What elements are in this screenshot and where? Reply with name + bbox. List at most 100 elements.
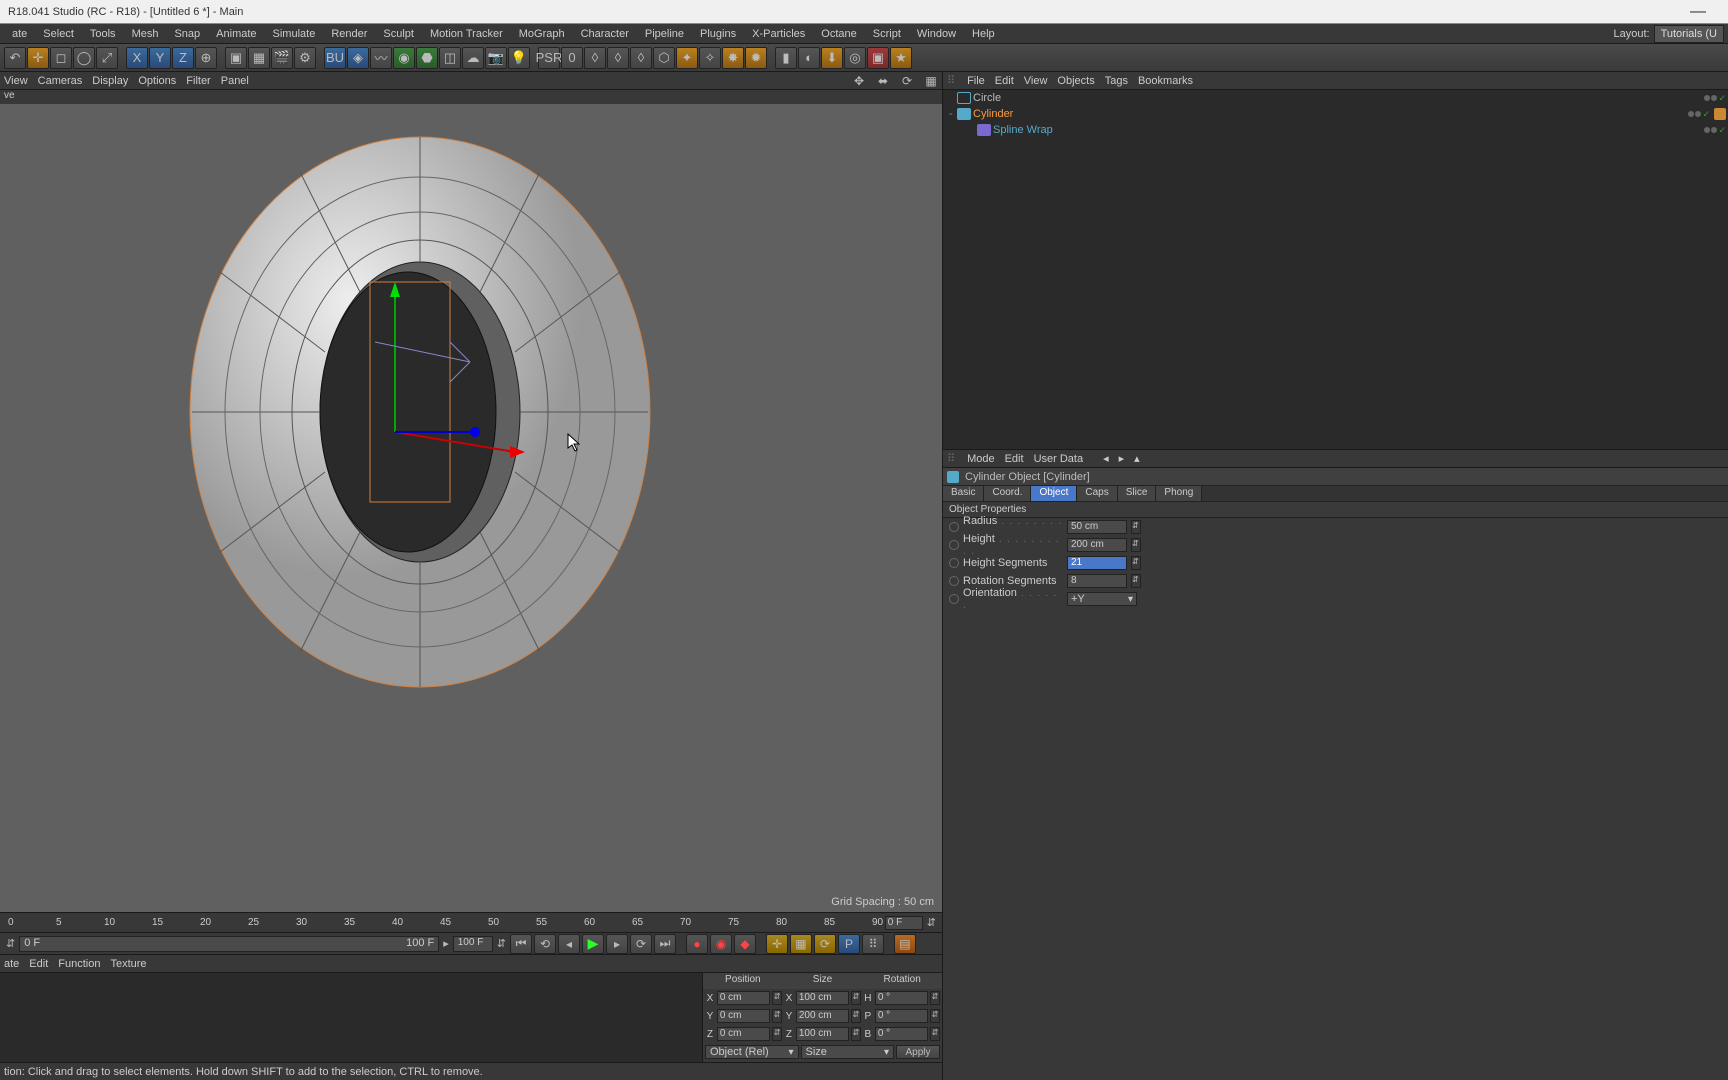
menu-script[interactable]: Script: [865, 28, 909, 40]
om-menu-objects[interactable]: Objects: [1057, 75, 1094, 87]
spinner-icon[interactable]: ⇵: [930, 1009, 940, 1023]
tree-row-cylinder[interactable]: - Cylinder ✓: [943, 106, 1728, 122]
size-mode-dropdown[interactable]: Size▾: [801, 1045, 895, 1059]
timeline-start-field[interactable]: 0 F100 F: [19, 936, 439, 952]
vp-menu-cameras[interactable]: Cameras: [38, 75, 83, 87]
menu-sculpt[interactable]: Sculpt: [375, 28, 422, 40]
add-cube-button[interactable]: ◈: [347, 47, 369, 69]
menu-mograph[interactable]: MoGraph: [511, 28, 573, 40]
timeline-ruler[interactable]: 0 5 10 15 20 25 30 35 40 45 50 55 60 65 …: [0, 912, 942, 932]
tab-phong[interactable]: Phong: [1156, 486, 1202, 501]
object-tree[interactable]: Circle ✓ - Cylinder ✓ Spline Wrap ✓: [943, 90, 1728, 450]
grip-icon[interactable]: ⠿: [947, 452, 955, 465]
tool-d-button[interactable]: ⬡: [653, 47, 675, 69]
key-param-button[interactable]: P: [838, 934, 860, 954]
render-pv-button[interactable]: 🎬: [271, 47, 293, 69]
scale-tool-button[interactable]: ⤢: [96, 47, 118, 69]
tool-g-button[interactable]: ✸: [722, 47, 744, 69]
move-tool-button[interactable]: ◻: [50, 47, 72, 69]
key-pla-button[interactable]: ⠿: [862, 934, 884, 954]
vp-orbit-icon[interactable]: ⟳: [900, 74, 914, 88]
tool-l-button[interactable]: ◎: [844, 47, 866, 69]
axis-x-button[interactable]: X: [126, 47, 148, 69]
menu-create[interactable]: ate: [4, 28, 35, 40]
key-rot-button[interactable]: ⟳: [814, 934, 836, 954]
spinner-icon[interactable]: ⇵: [930, 1027, 940, 1041]
vp-menu-panel[interactable]: Panel: [221, 75, 249, 87]
tab-slice[interactable]: Slice: [1118, 486, 1157, 501]
vp-menu-view[interactable]: View: [4, 75, 28, 87]
pos-y-field[interactable]: 0 cm: [717, 1009, 770, 1023]
spinner-icon[interactable]: ⇵: [930, 991, 940, 1005]
grip-icon[interactable]: ⠿: [947, 74, 955, 87]
spinner-icon[interactable]: ⇵: [772, 991, 782, 1005]
anim-dot-icon[interactable]: [949, 522, 959, 532]
spinner-icon[interactable]: ⇵: [1131, 574, 1141, 588]
rot-p-field[interactable]: 0 °: [875, 1009, 928, 1023]
rotation-segments-field[interactable]: 8: [1067, 574, 1127, 588]
add-environment-button[interactable]: ☁: [462, 47, 484, 69]
tree-item-label[interactable]: Cylinder: [973, 108, 1013, 120]
spinner-icon[interactable]: ⇵: [851, 991, 861, 1005]
nav-up-icon[interactable]: ▴: [1134, 452, 1140, 465]
axis-z-button[interactable]: Z: [172, 47, 194, 69]
tool-i-button[interactable]: ▮: [775, 47, 797, 69]
tool-b-button[interactable]: ◊: [607, 47, 629, 69]
record-button[interactable]: ●: [686, 934, 708, 954]
spinner-icon[interactable]: ⇵: [851, 1027, 861, 1041]
anim-dot-icon[interactable]: [949, 540, 959, 550]
size-y-field[interactable]: 200 cm: [796, 1009, 849, 1023]
om-menu-view[interactable]: View: [1024, 75, 1048, 87]
tool-a-button[interactable]: ◊: [584, 47, 606, 69]
timeline-end-field2[interactable]: 100 F: [453, 936, 493, 952]
play-button[interactable]: ▶: [582, 934, 604, 954]
spinner-icon[interactable]: ▸: [441, 935, 451, 953]
add-camera-button[interactable]: 📷: [485, 47, 507, 69]
vp-pan-icon[interactable]: ✥: [852, 74, 866, 88]
om-menu-tags[interactable]: Tags: [1105, 75, 1128, 87]
tool-f-button[interactable]: ✧: [699, 47, 721, 69]
timeline-end-field[interactable]: 0 F: [885, 916, 923, 930]
vp-menu-options[interactable]: Options: [138, 75, 176, 87]
timeline-window-button[interactable]: ▤: [894, 934, 916, 954]
nav-fwd-icon[interactable]: ▸: [1119, 452, 1125, 465]
height-segments-field[interactable]: 21: [1067, 556, 1127, 570]
menu-character[interactable]: Character: [573, 28, 637, 40]
spinner-icon[interactable]: ⇵: [4, 935, 17, 953]
menu-animate[interactable]: Animate: [208, 28, 264, 40]
tree-row-circle[interactable]: Circle ✓: [943, 90, 1728, 106]
add-null-button[interactable]: BU: [324, 47, 346, 69]
pos-z-field[interactable]: 0 cm: [717, 1027, 770, 1041]
menu-render[interactable]: Render: [323, 28, 375, 40]
add-generator-button[interactable]: ⬣: [416, 47, 438, 69]
undo-button[interactable]: ↶: [4, 47, 26, 69]
tool-k-button[interactable]: ⬇: [821, 47, 843, 69]
coord-mode-dropdown[interactable]: Object (Rel)▾: [705, 1045, 799, 1059]
mat-menu-edit[interactable]: Edit: [29, 958, 48, 970]
menu-plugins[interactable]: Plugins: [692, 28, 744, 40]
rot-h-field[interactable]: 0 °: [875, 991, 928, 1005]
menu-tools[interactable]: Tools: [82, 28, 124, 40]
tab-coord[interactable]: Coord.: [984, 486, 1031, 501]
size-x-field[interactable]: 100 cm: [796, 991, 849, 1005]
goto-end-button[interactable]: ⏭: [654, 934, 676, 954]
add-deformer-button[interactable]: ◫: [439, 47, 461, 69]
visibility-toggle[interactable]: ✓: [1704, 125, 1726, 136]
mat-menu-texture[interactable]: Texture: [110, 958, 146, 970]
phong-tag-icon[interactable]: [1714, 108, 1726, 120]
anim-dot-icon[interactable]: [949, 594, 959, 604]
am-menu-mode[interactable]: Mode: [967, 453, 995, 465]
mat-menu-create[interactable]: ate: [4, 958, 19, 970]
menu-window[interactable]: Window: [909, 28, 964, 40]
autokey-button[interactable]: ◉: [710, 934, 732, 954]
om-menu-file[interactable]: File: [967, 75, 985, 87]
vp-menu-filter[interactable]: Filter: [186, 75, 210, 87]
rot-b-field[interactable]: 0 °: [875, 1027, 928, 1041]
goto-start-button[interactable]: ⏮: [510, 934, 532, 954]
menu-motiontracker[interactable]: Motion Tracker: [422, 28, 511, 40]
tool-e-button[interactable]: ✦: [676, 47, 698, 69]
visibility-toggle[interactable]: ✓: [1688, 109, 1710, 120]
axis-y-button[interactable]: Y: [149, 47, 171, 69]
spinner-icon[interactable]: ⇵: [495, 935, 508, 953]
anim-dot-icon[interactable]: [949, 558, 959, 568]
